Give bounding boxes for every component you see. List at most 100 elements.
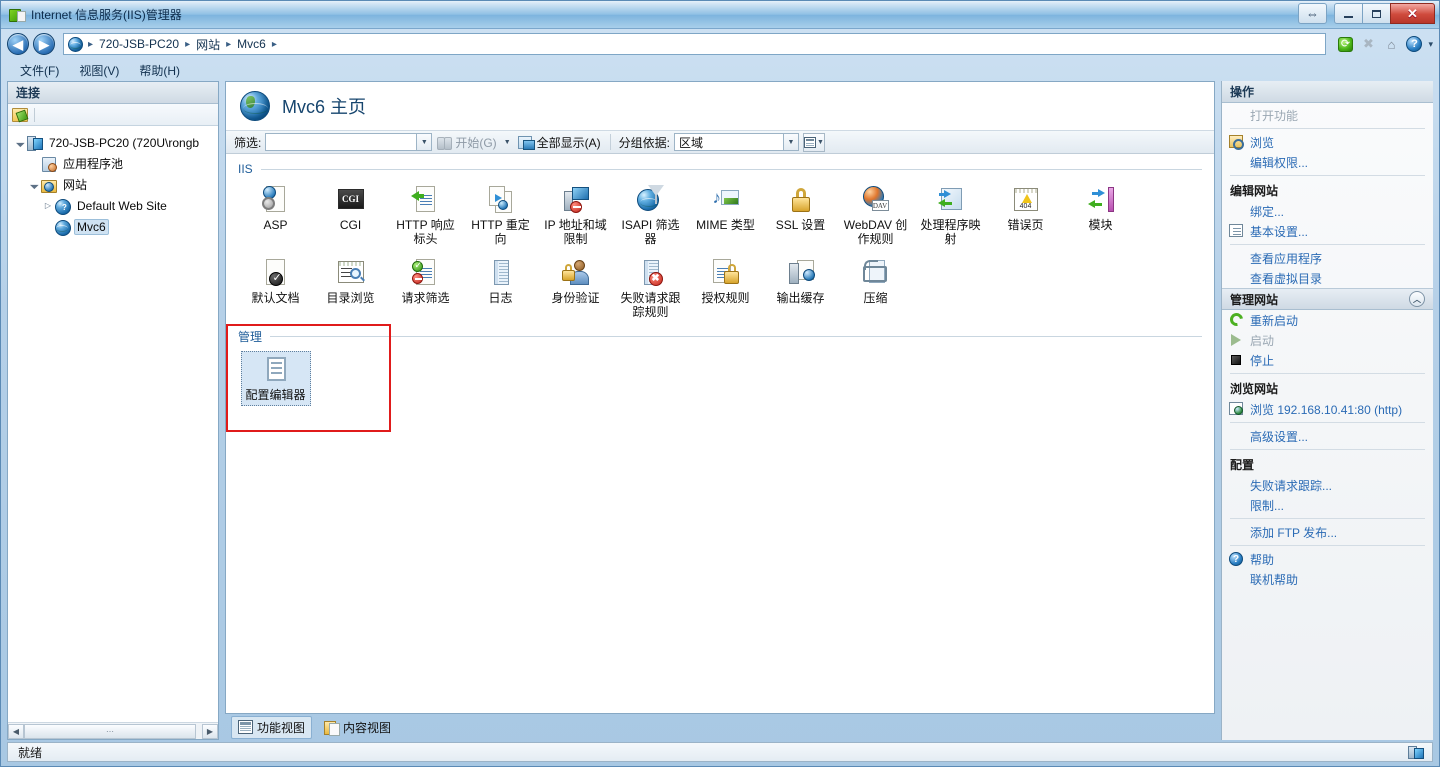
breadcrumb-item-sites[interactable]: 网站 — [195, 36, 221, 53]
feature-tile-http-redirect[interactable]: HTTP 重定向 — [463, 178, 538, 251]
actions-section-label: 管理网站 — [1230, 292, 1279, 307]
feature-tile-ssl-settings[interactable]: SSL 设置 — [763, 178, 838, 251]
hscroll-left-button[interactable]: ◀ — [8, 723, 24, 739]
view-mode-button[interactable]: ▼ — [803, 132, 826, 152]
action-item-联机帮助[interactable]: 联机帮助 — [1222, 569, 1433, 589]
failed-request-tracing-icon: ✖ — [636, 258, 666, 288]
connect-to-server-icon[interactable] — [12, 107, 28, 122]
chevron-up-icon[interactable]: ︿ — [1409, 291, 1425, 307]
feature-tile-modules[interactable]: 模块 — [1063, 178, 1138, 251]
tree-item-2[interactable]: ◣ 网站 — [14, 174, 218, 195]
action-item-高级设置[interactable]: 高级设置... — [1222, 426, 1433, 446]
show-all-button[interactable]: 全部显示(A) — [513, 134, 606, 151]
maximize-button[interactable] — [1362, 3, 1391, 24]
feature-tile-directory-browsing[interactable]: 目录浏览 — [313, 251, 388, 324]
handler-mappings-icon — [936, 185, 966, 215]
feature-tile-label: 默认文档 — [251, 291, 300, 305]
feature-tile-ip-address-restrictions[interactable]: IP 地址和域限制 — [538, 178, 613, 251]
breadcrumb-item-site[interactable]: Mvc6 — [236, 37, 267, 51]
action-item-帮助[interactable]: ? 帮助 — [1222, 549, 1433, 569]
feature-tile-compression[interactable]: 压缩 — [838, 251, 913, 324]
action-item-绑定[interactable]: 绑定... — [1222, 201, 1433, 221]
app-pool-icon — [40, 156, 57, 172]
actions-heading-label: 编辑网站 — [1230, 183, 1279, 198]
back-button[interactable]: ◀ — [7, 33, 29, 55]
tree-item-0[interactable]: ◣ 720-JSB-PC20 (720U\rongb — [14, 132, 218, 153]
action-item-停止[interactable]: 停止 — [1222, 350, 1433, 370]
feature-tile-inner: 模块 — [1066, 182, 1136, 235]
feature-tile-webdav-authoring-rules[interactable]: DAV WebDAV 创作规则 — [838, 178, 913, 251]
close-button[interactable]: ✕ — [1390, 3, 1435, 24]
feature-tile-http-response-headers[interactable]: HTTP 响应标头 — [388, 178, 463, 251]
feature-tile-default-document[interactable]: 默认文档 — [238, 251, 313, 324]
restore-all-button[interactable]: ⇔ — [1298, 3, 1327, 24]
actions-divider — [1230, 175, 1425, 176]
action-item-查看虚拟目录[interactable]: 查看虚拟目录 — [1222, 268, 1433, 288]
feature-tile-configuration-editor[interactable]: 配置编辑器 — [238, 347, 313, 408]
menu-view[interactable]: 视图(V) — [70, 60, 128, 81]
stop-icon: ✖ — [1363, 36, 1374, 51]
help-dropdown-caret-icon[interactable]: ▾ — [1428, 39, 1433, 50]
menu-help[interactable]: 帮助(H) — [130, 60, 189, 81]
menu-file[interactable]: 文件(F) — [11, 60, 68, 81]
feature-group-管理: 管理 配置编辑器 — [238, 328, 1202, 408]
minimize-button[interactable] — [1334, 3, 1363, 24]
group-by-dropdown-icon[interactable]: ▼ — [784, 133, 800, 151]
page-title: Mvc6 主页 — [282, 97, 367, 117]
chevron-right-icon[interactable]: ▷ — [42, 201, 54, 210]
action-icon-spacer — [1228, 428, 1246, 444]
filter-dropdown-icon[interactable]: ▼ — [417, 133, 433, 151]
feature-tile-cgi[interactable]: CGI CGI — [313, 178, 388, 251]
action-item-失败请求跟踪[interactable]: 失败请求跟踪... — [1222, 475, 1433, 495]
action-item-浏览1921681041:8[interactable]: 浏览 192.168.10.41:80 (http) — [1222, 399, 1433, 419]
tab-features-view[interactable]: 功能视图 — [231, 715, 313, 739]
feature-tile-output-caching[interactable]: 输出缓存 — [763, 251, 838, 324]
action-item-查看应用程序[interactable]: 查看应用程序 — [1222, 248, 1433, 268]
action-item-限制[interactable]: 限制... — [1222, 495, 1433, 515]
forward-button[interactable]: ▶ — [33, 33, 55, 55]
tree-item-label: 网站 — [63, 178, 88, 192]
actions-heading-label: 浏览网站 — [1230, 381, 1279, 396]
refresh-icon[interactable]: ⟳ — [1336, 35, 1354, 53]
feature-tile-inner: HTTP 响应标头 — [391, 182, 461, 249]
tree-item-3[interactable]: ▷ Default Web Site — [14, 195, 218, 216]
action-item-浏览[interactable]: 浏览 — [1222, 132, 1433, 152]
feature-tile-asp[interactable]: ASP — [238, 178, 313, 251]
address-bar-tools: ⟳ ✖ ⌂ ? ▾ — [1336, 35, 1433, 53]
connections-hscrollbar[interactable]: ◀ ⋯ ▶ — [8, 722, 218, 739]
toolbar-divider — [609, 134, 611, 150]
action-item-基本设置[interactable]: 基本设置... — [1222, 221, 1433, 241]
feature-tile-error-pages[interactable]: 404 错误页 — [988, 178, 1063, 251]
group-by-value[interactable]: 区域 — [674, 133, 785, 151]
actions-heading-配置: 配置 — [1222, 453, 1433, 475]
feature-tile-isapi-filters[interactable]: ISAPI 筛选器 — [613, 178, 688, 251]
help-icon[interactable]: ? — [1405, 35, 1423, 53]
filter-input[interactable] — [265, 133, 418, 151]
feature-tile-authorization-rules[interactable]: 授权规则 — [688, 251, 763, 324]
feature-tile-logging[interactable]: 日志 — [463, 251, 538, 324]
go-dropdown-icon[interactable]: ▼ — [502, 133, 513, 151]
go-button[interactable]: 开始(G) — [432, 134, 501, 151]
tree-item-label: Mvc6 — [74, 218, 109, 235]
mime-types-icon: ♪ — [711, 185, 741, 215]
feature-tile-mime-types[interactable]: ♪ MIME 类型 — [688, 178, 763, 251]
tree-item-label: 应用程序池 — [63, 157, 124, 171]
hscroll-track[interactable]: ⋯ — [24, 723, 202, 739]
feature-tile-request-filtering[interactable]: 请求筛选 — [388, 251, 463, 324]
action-item-添加FTP发布[interactable]: 添加 FTP 发布... — [1222, 522, 1433, 542]
hscroll-right-button[interactable]: ▶ — [202, 723, 218, 739]
action-item-重新启动[interactable]: 重新启动 — [1222, 310, 1433, 330]
breadcrumb[interactable]: ▸ 720-JSB-PC20 ▸ 网站 ▸ Mvc6 ▸ — [63, 33, 1327, 55]
tree-item-4[interactable]: Mvc6 — [14, 216, 218, 237]
breadcrumb-separator: ▸ — [226, 38, 232, 50]
hscroll-thumb[interactable]: ⋯ — [24, 723, 196, 739]
feature-tile-inner: 404 错误页 — [991, 182, 1061, 235]
tree-item-1[interactable]: 应用程序池 — [14, 153, 218, 174]
breadcrumb-item-server[interactable]: 720-JSB-PC20 — [98, 37, 180, 51]
tab-content-view[interactable]: 内容视图 — [318, 717, 397, 738]
action-item-编辑权限[interactable]: 编辑权限... — [1222, 152, 1433, 172]
feature-tile-failed-request-tracing[interactable]: ✖ 失败请求跟踪规则 — [613, 251, 688, 324]
home-icon[interactable]: ⌂ — [1382, 35, 1400, 53]
feature-tile-authentication[interactable]: 身份验证 — [538, 251, 613, 324]
feature-tile-handler-mappings[interactable]: 处理程序映射 — [913, 178, 988, 251]
